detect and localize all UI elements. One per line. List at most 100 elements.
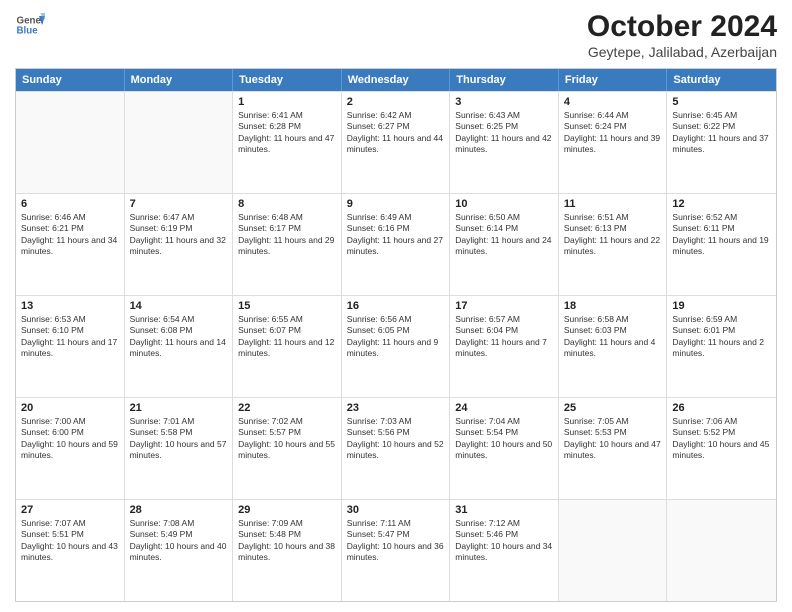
day-number: 21 [130, 402, 228, 414]
day-info: Sunrise: 6:48 AMSunset: 6:17 PMDaylight:… [238, 212, 336, 258]
day-info: Sunrise: 7:09 AMSunset: 5:48 PMDaylight:… [238, 518, 336, 564]
day-info: Sunrise: 6:58 AMSunset: 6:03 PMDaylight:… [564, 314, 662, 360]
day-info: Sunrise: 7:07 AMSunset: 5:51 PMDaylight:… [21, 518, 119, 564]
day-info: Sunrise: 6:41 AMSunset: 6:28 PMDaylight:… [238, 110, 336, 156]
svg-text:Blue: Blue [17, 25, 39, 36]
day-info: Sunrise: 6:52 AMSunset: 6:11 PMDaylight:… [672, 212, 771, 258]
day-info: Sunrise: 6:51 AMSunset: 6:13 PMDaylight:… [564, 212, 662, 258]
calendar-cell: 12 Sunrise: 6:52 AMSunset: 6:11 PMDayligh… [667, 194, 776, 295]
day-number: 27 [21, 504, 119, 516]
calendar-week: 20 Sunrise: 7:00 AMSunset: 6:00 PMDayligh… [16, 397, 776, 499]
day-number: 11 [564, 198, 662, 210]
day-info: Sunrise: 7:12 AMSunset: 5:46 PMDaylight:… [455, 518, 553, 564]
day-number: 31 [455, 504, 553, 516]
day-number: 8 [238, 198, 336, 210]
page: General Blue October 2024 Geytepe, Jalil… [0, 0, 792, 612]
calendar-cell: 25Sunrise: 7:05 AMSunset: 5:53 PMDayligh… [559, 398, 668, 499]
calendar-cell: 1 Sunrise: 6:41 AMSunset: 6:28 PMDaylight… [233, 92, 342, 193]
calendar-cell: 28 Sunrise: 7:08 AMSunset: 5:49 PMDayligh… [125, 500, 234, 601]
day-number: 24 [455, 402, 553, 414]
day-number: 17 [455, 300, 553, 312]
calendar-cell: 21Sunrise: 7:01 AMSunset: 5:58 PMDayligh… [125, 398, 234, 499]
calendar-cell [559, 500, 668, 601]
calendar-cell: 27 Sunrise: 7:07 AMSunset: 5:51 PMDayligh… [16, 500, 125, 601]
calendar-cell: 17 Sunrise: 6:57 AMSunset: 6:04 PMDayligh… [450, 296, 559, 397]
day-info: Sunrise: 7:11 AMSunset: 5:47 PMDaylight:… [347, 518, 445, 564]
calendar-cell: 20 Sunrise: 7:00 AMSunset: 6:00 PMDayligh… [16, 398, 125, 499]
day-number: 5 [672, 96, 771, 108]
day-number: 1 [238, 96, 336, 108]
day-info: Sunrise: 6:59 AMSunset: 6:01 PMDaylight:… [672, 314, 771, 360]
calendar-header: SundayMondayTuesdayWednesdayThursdayFrid… [16, 69, 776, 91]
day-number: 10 [455, 198, 553, 210]
day-info: Sunrise: 6:45 AMSunset: 6:22 PMDaylight:… [672, 110, 771, 156]
day-info: Sunrise: 7:08 AMSunset: 5:49 PMDaylight:… [130, 518, 228, 564]
calendar-cell: 31 Sunrise: 7:12 AMSunset: 5:46 PMDayligh… [450, 500, 559, 601]
page-subtitle: Geytepe, Jalilabad, Azerbaijan [587, 44, 777, 60]
calendar-week: 6 Sunrise: 6:46 AMSunset: 6:21 PMDaylight… [16, 193, 776, 295]
day-info: Sunrise: 6:54 AMSunset: 6:08 PMDaylight:… [130, 314, 228, 360]
day-number: 28 [130, 504, 228, 516]
calendar: SundayMondayTuesdayWednesdayThursdayFrid… [15, 68, 777, 602]
day-number: 12 [672, 198, 771, 210]
day-info: Sunrise: 6:46 AMSunset: 6:21 PMDaylight:… [21, 212, 119, 258]
title-block: October 2024 Geytepe, Jalilabad, Azerbai… [587, 10, 777, 60]
day-number: 20 [21, 402, 119, 414]
calendar-cell: 19Sunrise: 6:59 AMSunset: 6:01 PMDayligh… [667, 296, 776, 397]
calendar-cell: 14Sunrise: 6:54 AMSunset: 6:08 PMDayligh… [125, 296, 234, 397]
calendar-cell [125, 92, 234, 193]
calendar-cell: 3 Sunrise: 6:43 AMSunset: 6:25 PMDaylight… [450, 92, 559, 193]
calendar-cell [16, 92, 125, 193]
calendar-header-cell: Sunday [16, 69, 125, 91]
calendar-header-cell: Wednesday [342, 69, 451, 91]
day-info: Sunrise: 6:57 AMSunset: 6:04 PMDaylight:… [455, 314, 553, 360]
calendar-week: 1 Sunrise: 6:41 AMSunset: 6:28 PMDaylight… [16, 91, 776, 193]
day-number: 4 [564, 96, 662, 108]
day-info: Sunrise: 7:04 AMSunset: 5:54 PMDaylight:… [455, 416, 553, 462]
day-info: Sunrise: 6:49 AMSunset: 6:16 PMDaylight:… [347, 212, 445, 258]
calendar-cell: 9 Sunrise: 6:49 AMSunset: 6:16 PMDaylight… [342, 194, 451, 295]
day-info: Sunrise: 6:55 AMSunset: 6:07 PMDaylight:… [238, 314, 336, 360]
calendar-cell: 13Sunrise: 6:53 AMSunset: 6:10 PMDayligh… [16, 296, 125, 397]
calendar-cell: 7Sunrise: 6:47 AMSunset: 6:19 PMDaylight… [125, 194, 234, 295]
page-title: October 2024 [587, 10, 777, 44]
day-info: Sunrise: 7:05 AMSunset: 5:53 PMDaylight:… [564, 416, 662, 462]
calendar-cell: 4Sunrise: 6:44 AMSunset: 6:24 PMDaylight… [559, 92, 668, 193]
calendar-cell: 22 Sunrise: 7:02 AMSunset: 5:57 PMDayligh… [233, 398, 342, 499]
day-info: Sunrise: 6:42 AMSunset: 6:27 PMDaylight:… [347, 110, 445, 156]
day-info: Sunrise: 6:43 AMSunset: 6:25 PMDaylight:… [455, 110, 553, 156]
calendar-week: 13Sunrise: 6:53 AMSunset: 6:10 PMDayligh… [16, 295, 776, 397]
day-number: 23 [347, 402, 445, 414]
calendar-cell: 26Sunrise: 7:06 AMSunset: 5:52 PMDayligh… [667, 398, 776, 499]
day-info: Sunrise: 7:02 AMSunset: 5:57 PMDaylight:… [238, 416, 336, 462]
day-number: 30 [347, 504, 445, 516]
calendar-cell: 2Sunrise: 6:42 AMSunset: 6:27 PMDaylight… [342, 92, 451, 193]
calendar-cell [667, 500, 776, 601]
day-number: 29 [238, 504, 336, 516]
day-info: Sunrise: 7:00 AMSunset: 6:00 PMDaylight:… [21, 416, 119, 462]
calendar-cell: 11 Sunrise: 6:51 AMSunset: 6:13 PMDayligh… [559, 194, 668, 295]
calendar-header-cell: Friday [559, 69, 668, 91]
day-info: Sunrise: 6:47 AMSunset: 6:19 PMDaylight:… [130, 212, 228, 258]
calendar-body: 1 Sunrise: 6:41 AMSunset: 6:28 PMDaylight… [16, 91, 776, 601]
day-info: Sunrise: 6:50 AMSunset: 6:14 PMDaylight:… [455, 212, 553, 258]
day-number: 9 [347, 198, 445, 210]
day-info: Sunrise: 7:06 AMSunset: 5:52 PMDaylight:… [672, 416, 771, 462]
calendar-cell: 16Sunrise: 6:56 AMSunset: 6:05 PMDayligh… [342, 296, 451, 397]
calendar-cell: 18 Sunrise: 6:58 AMSunset: 6:03 PMDayligh… [559, 296, 668, 397]
day-number: 22 [238, 402, 336, 414]
calendar-cell: 30 Sunrise: 7:11 AMSunset: 5:47 PMDayligh… [342, 500, 451, 601]
day-number: 18 [564, 300, 662, 312]
calendar-cell: 24 Sunrise: 7:04 AMSunset: 5:54 PMDayligh… [450, 398, 559, 499]
calendar-week: 27 Sunrise: 7:07 AMSunset: 5:51 PMDayligh… [16, 499, 776, 601]
day-number: 3 [455, 96, 553, 108]
logo-icon: General Blue [15, 10, 45, 40]
calendar-cell: 8 Sunrise: 6:48 AMSunset: 6:17 PMDaylight… [233, 194, 342, 295]
calendar-header-cell: Monday [125, 69, 234, 91]
day-info: Sunrise: 6:56 AMSunset: 6:05 PMDaylight:… [347, 314, 445, 360]
calendar-header-cell: Thursday [450, 69, 559, 91]
header: General Blue October 2024 Geytepe, Jalil… [15, 10, 777, 60]
logo: General Blue [15, 10, 45, 40]
day-number: 6 [21, 198, 119, 210]
day-info: Sunrise: 7:03 AMSunset: 5:56 PMDaylight:… [347, 416, 445, 462]
